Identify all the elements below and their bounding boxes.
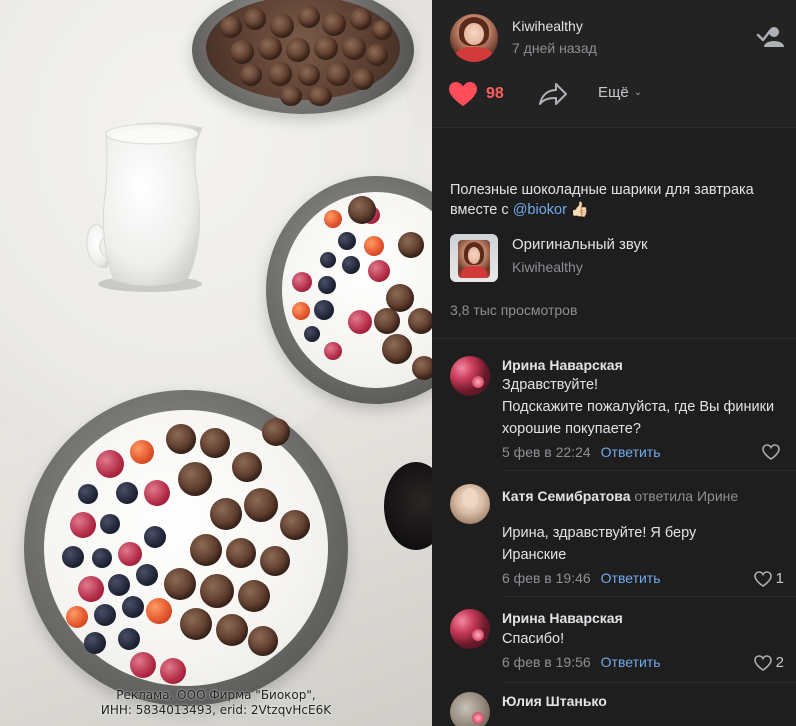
commenter-name-text: Катя Семибратова: [502, 488, 631, 504]
more-button[interactable]: Ещё ⌄: [598, 84, 642, 101]
comment-like-button[interactable]: 2: [753, 654, 784, 671]
post-caption: Полезные шоколадные шарики для завтрака …: [450, 180, 780, 220]
commenter-avatar[interactable]: [450, 609, 490, 649]
comment-like-button[interactable]: [762, 444, 784, 460]
audio-title[interactable]: Оригинальный звук: [512, 236, 648, 253]
comment-item: Катя Семибратова ответила Ирине Ирина, з…: [432, 484, 796, 588]
audio-author[interactable]: Kiwihealthy: [512, 259, 583, 275]
commenter-avatar[interactable]: [450, 692, 490, 726]
comment-date: 6 фев в 19:46: [502, 570, 591, 586]
comment-like-count: 2: [775, 654, 784, 671]
right-bowl-toppings: [282, 196, 432, 386]
heart-outline-icon: [753, 654, 772, 671]
caption-mention-link[interactable]: @biokor: [513, 202, 567, 218]
author-avatar[interactable]: [450, 14, 498, 62]
comment-meta: 5 фев в 22:24 Ответить: [502, 444, 661, 460]
heart-outline-icon: [762, 444, 780, 460]
add-friend-icon[interactable]: [756, 26, 786, 48]
heart-outline-icon: [753, 570, 772, 587]
comment-item: Ирина Наварская Спасибо! 6 фев в 19:56 От…: [432, 609, 796, 679]
comment-item: Ирина Наварская Здравствуйте! Подскажите…: [432, 356, 796, 472]
commenter-name[interactable]: Катя Семибратова ответила Ирине: [502, 485, 782, 507]
chevron-down-icon: ⌄: [633, 87, 643, 98]
ad-disclaimer-line1: Реклама, ООО Фирма "Биокор",: [116, 688, 316, 702]
commenter-name[interactable]: Юлия Штанько: [502, 693, 607, 709]
reply-to-label: ответила Ирине: [634, 488, 739, 504]
commenter-avatar[interactable]: [450, 356, 490, 396]
post-header: Kiwihealthy 7 дней назад 98 Ещё ⌄: [432, 0, 796, 128]
heart-icon: [449, 82, 477, 106]
audio-avatar: [458, 240, 490, 278]
divider: [502, 682, 796, 683]
comment-date: 6 фев в 19:56: [502, 654, 591, 670]
caption-text: Полезные шоколадные шарики для завтрака …: [450, 182, 754, 218]
commenter-avatar[interactable]: [450, 484, 490, 524]
commenter-name[interactable]: Ирина Наварская: [502, 357, 623, 373]
audio-thumbnail[interactable]: [450, 234, 498, 282]
comment-text: Здравствуйте! Подскажите пожалуйста, где…: [502, 377, 775, 437]
milk-jug: [86, 122, 203, 292]
share-icon[interactable]: [538, 82, 568, 108]
comment-meta: 6 фев в 19:46 Ответить: [502, 570, 661, 586]
main-bowl-toppings: [48, 418, 328, 688]
view-count: 3,8 тыс просмотров: [450, 302, 578, 318]
comment-meta: 6 фев в 19:56 Ответить: [502, 654, 661, 670]
divider: [502, 470, 796, 471]
post-time[interactable]: 7 дней назад: [512, 40, 597, 56]
video-player[interactable]: Реклама, ООО Фирма "Биокор", ИНН: 583401…: [0, 0, 432, 726]
post-panel: Kiwihealthy 7 дней назад 98 Ещё ⌄ Полезн…: [432, 0, 796, 726]
divider: [432, 338, 796, 339]
commenter-name[interactable]: Ирина Наварская: [502, 610, 623, 626]
author-name[interactable]: Kiwihealthy: [512, 18, 583, 34]
more-label: Ещё: [598, 84, 629, 101]
reply-button[interactable]: Ответить: [601, 444, 661, 460]
comment-text: Ирина, здравствуйте! Я беру Иранские: [502, 525, 697, 563]
caption-emoji: 👍🏻: [566, 202, 589, 218]
comment-like-button[interactable]: 1: [753, 570, 784, 587]
reply-button[interactable]: Ответить: [601, 654, 661, 670]
comment-text: Спасибо!: [502, 631, 565, 647]
ad-disclaimer-line2: ИНН: 5834013493, erid: 2VtzqvHcE6K: [100, 703, 332, 717]
comment-like-count: 1: [775, 570, 784, 587]
reply-button[interactable]: Ответить: [601, 570, 661, 586]
dark-cup: [384, 462, 432, 550]
like-count: 98: [486, 85, 504, 102]
like-button[interactable]: 98: [448, 80, 504, 108]
comment-date: 5 фев в 22:24: [502, 444, 591, 460]
comment-item: Юлия Штанько: [432, 692, 796, 726]
divider: [502, 596, 796, 597]
top-bowl-balls: [210, 6, 400, 106]
